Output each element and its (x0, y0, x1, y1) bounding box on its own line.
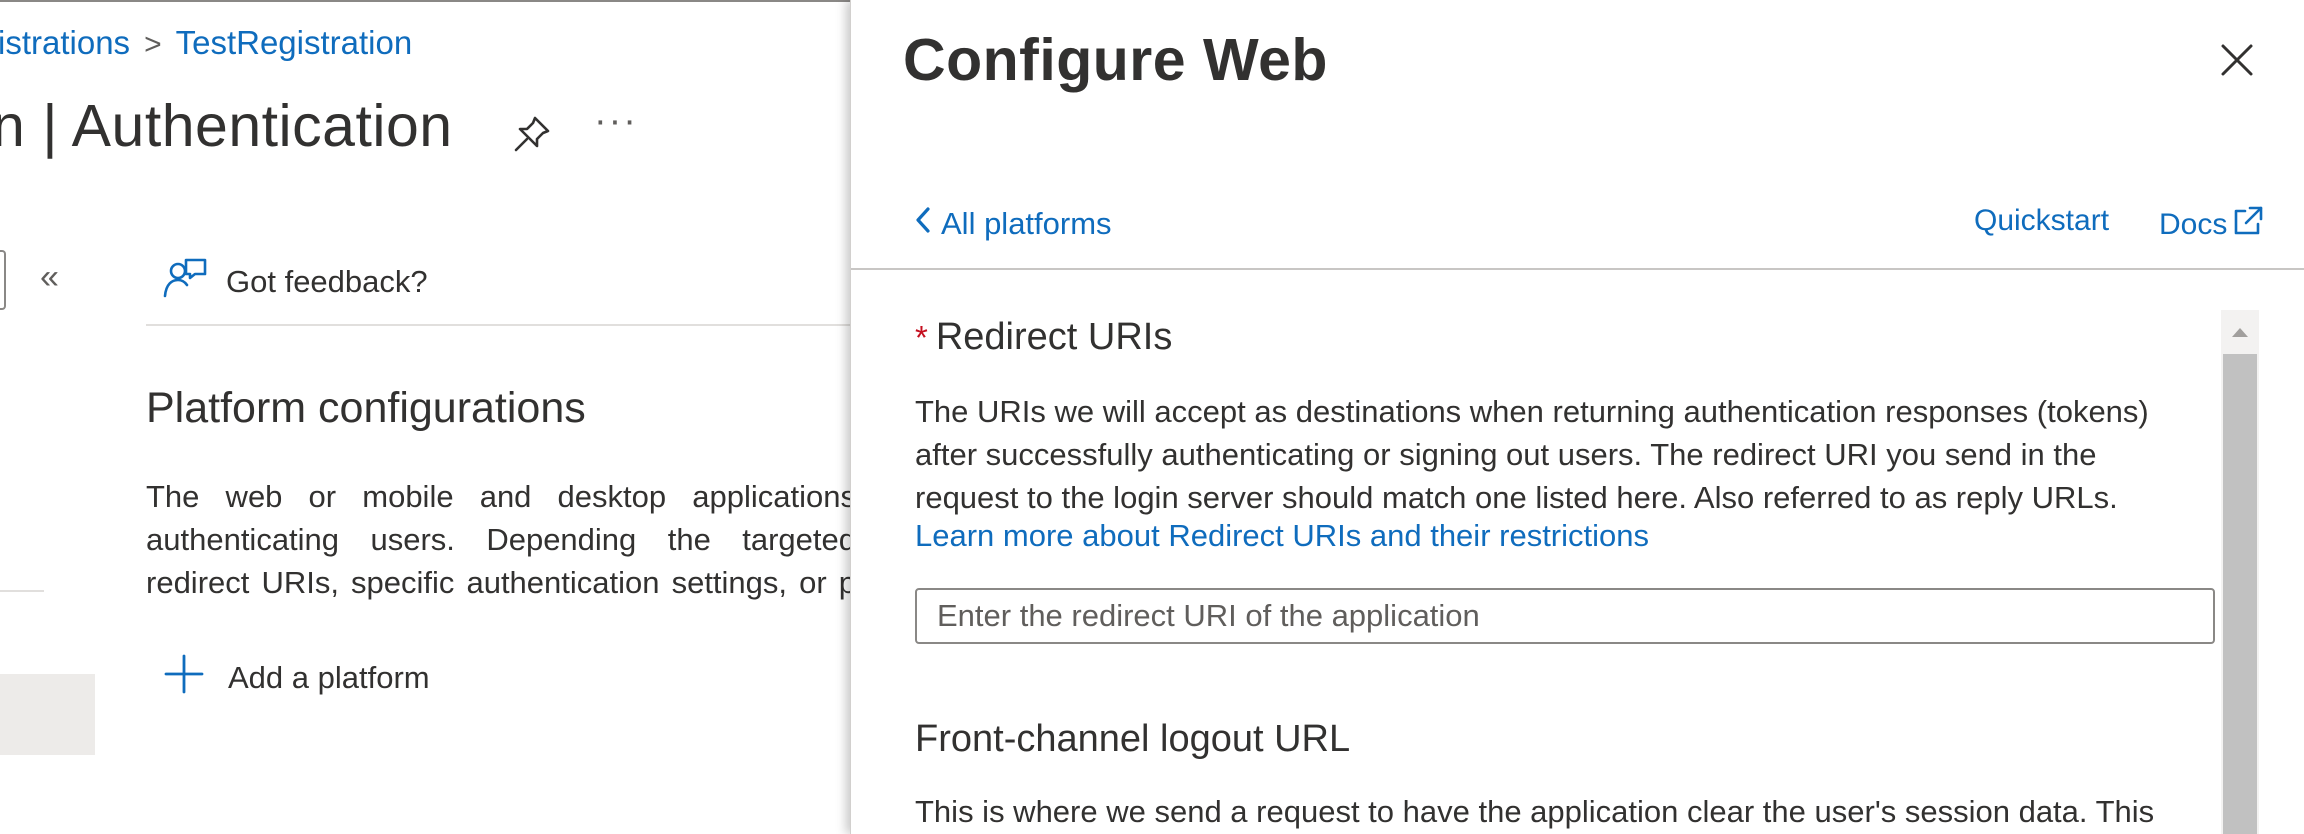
page-title: n | Authentication (0, 93, 453, 159)
breadcrumb-separator: > (144, 28, 162, 61)
quickstart-link[interactable]: Quickstart (1974, 204, 2109, 238)
search-input[interactable] (0, 250, 6, 310)
feedback-button[interactable]: Got feedback? (162, 256, 428, 308)
all-platforms-link[interactable]: All platforms (913, 204, 1112, 244)
add-platform-label: Add a platform (228, 660, 430, 695)
sidebar-divider (0, 590, 44, 592)
description-line: authenticating users. Depending the targ… (146, 522, 852, 557)
collapse-sidebar-button[interactable]: « (40, 258, 59, 297)
breadcrumb-parent-link[interactable]: istrations (0, 24, 130, 61)
scrollbar-thumb[interactable] (2223, 354, 2257, 834)
external-link-icon (2231, 204, 2265, 246)
panel-title: Configure Web (903, 27, 1328, 93)
more-options-button[interactable]: ··· (594, 100, 638, 143)
description-line: after successfully authenticating or sig… (915, 437, 2097, 472)
panel-header-divider (851, 268, 2304, 270)
plus-icon (162, 652, 206, 704)
feedback-label: Got feedback? (226, 264, 428, 299)
front-channel-logout-description: This is where we send a request to have … (915, 794, 2155, 829)
redirect-uri-input[interactable] (915, 588, 2215, 644)
vertical-scrollbar[interactable] (2221, 310, 2259, 834)
breadcrumb: istrations > TestRegistration (0, 24, 412, 62)
add-platform-button[interactable]: Add a platform (162, 652, 430, 704)
learn-more-redirect-link[interactable]: Learn more about Redirect URIs and their… (915, 518, 1649, 554)
background-page: istrations > TestRegistration n | Authenti… (0, 0, 852, 834)
toolbar-divider (146, 324, 852, 326)
description-line: redirect URIs, specific authentication s… (146, 565, 852, 600)
required-indicator: * (915, 319, 928, 356)
redirect-uris-heading: * Redirect URIs (915, 316, 1172, 359)
redirect-uris-description: The URIs we will accept as destinations … (915, 390, 2225, 519)
sidebar-selected-item[interactable] (0, 674, 95, 755)
redirect-uris-label: Redirect URIs (935, 316, 1173, 358)
description-line: The web or mobile and desktop applicatio… (146, 479, 852, 514)
platform-configurations-heading: Platform configurations (146, 384, 586, 432)
close-icon[interactable] (2213, 36, 2261, 84)
docs-link[interactable]: Docs (2159, 204, 2265, 246)
chevron-left-icon (913, 204, 933, 244)
platform-configurations-description: The web or mobile and desktop applicatio… (146, 475, 852, 604)
configure-web-panel: Configure Web All platforms Quickstart D… (850, 0, 2304, 834)
scroll-up-arrow-icon[interactable] (2221, 310, 2259, 354)
feedback-icon (162, 256, 208, 308)
front-channel-logout-heading: Front-channel logout URL (915, 718, 1351, 760)
pin-icon[interactable] (508, 110, 556, 158)
description-line: The URIs we will accept as destinations … (915, 394, 2149, 429)
all-platforms-label: All platforms (941, 206, 1112, 241)
breadcrumb-current-link[interactable]: TestRegistration (176, 24, 413, 61)
docs-label: Docs (2159, 208, 2228, 241)
description-line: request to the login server should match… (915, 480, 2118, 515)
